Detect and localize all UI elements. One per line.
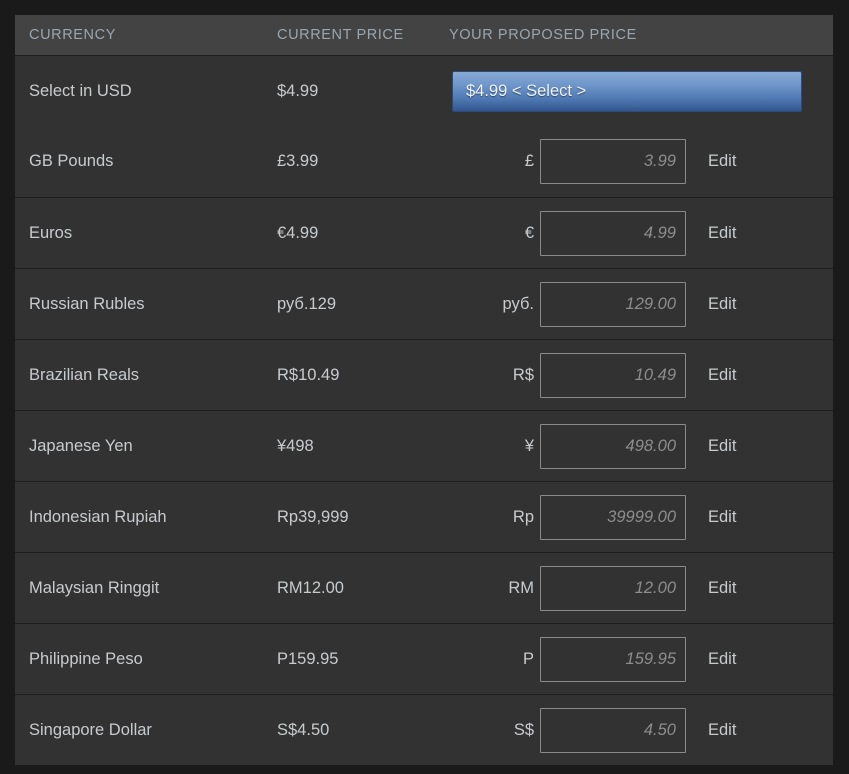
column-header-proposed-price: YOUR PROPOSED PRICE	[449, 27, 637, 43]
edit-link[interactable]: Edit	[708, 152, 736, 171]
current-price-value: ¥498	[277, 436, 314, 455]
column-header-current-price: CURRENT PRICE	[277, 27, 404, 43]
currency-name: Select in USD	[29, 81, 132, 100]
proposed-price-cell: руб. Edit	[449, 281, 833, 327]
table-row-japanese-yen: Japanese Yen ¥498 ¥ Edit	[15, 410, 833, 481]
proposed-price-cell: Rp Edit	[449, 494, 833, 540]
table-row-gb-pounds: GB Pounds £3.99 £ Edit	[15, 126, 833, 197]
proposed-price-cell: R$ Edit	[449, 352, 833, 398]
currency-name: Brazilian Reals	[29, 365, 140, 384]
edit-link[interactable]: Edit	[708, 579, 736, 598]
currency-name: Philippine Peso	[29, 649, 143, 668]
proposed-price-input[interactable]	[540, 352, 686, 398]
proposed-price-input[interactable]	[540, 565, 686, 611]
currency-name: Russian Rubles	[29, 294, 145, 313]
usd-select-button[interactable]: $4.99 < Select >	[452, 70, 802, 112]
currency-symbol-label: S$	[513, 720, 534, 739]
current-price-value: P159.95	[277, 649, 339, 668]
proposed-price-cell: RM Edit	[449, 565, 833, 611]
table-header-row: CURRENCY CURRENT PRICE YOUR PROPOSED PRI…	[15, 15, 833, 55]
currency-symbol-label: руб.	[502, 294, 534, 313]
proposed-price-input[interactable]	[540, 281, 686, 327]
currency-name: Malaysian Ringgit	[29, 578, 160, 597]
table-row-singapore-dollar: Singapore Dollar S$4.50 S$ Edit	[15, 694, 833, 765]
table-row-russian-rubles: Russian Rubles руб.129 руб. Edit	[15, 268, 833, 339]
current-price-value: S$4.50	[277, 720, 330, 739]
proposed-price-input[interactable]	[540, 636, 686, 682]
proposed-price-cell: P Edit	[449, 636, 833, 682]
current-price-value: Rp39,999	[277, 507, 349, 526]
currency-symbol-label: RM	[508, 578, 534, 597]
edit-link[interactable]: Edit	[708, 366, 736, 385]
column-header-currency: CURRENCY	[29, 27, 116, 43]
currency-symbol-label: ¥	[524, 436, 534, 455]
currency-price-table: CURRENCY CURRENT PRICE YOUR PROPOSED PRI…	[15, 15, 833, 765]
proposed-price-cell: ¥ Edit	[449, 423, 833, 469]
currency-symbol-label: R$	[512, 365, 534, 384]
current-price-value: руб.129	[277, 294, 336, 313]
currency-name: Euros	[29, 223, 73, 242]
current-price-value: £3.99	[277, 152, 319, 170]
table-row-malaysian-ringgit: Malaysian Ringgit RM12.00 RM Edit	[15, 552, 833, 623]
currency-name: Japanese Yen	[29, 436, 133, 455]
proposed-price-input[interactable]	[540, 494, 686, 540]
table-row-brazilian-reals: Brazilian Reals R$10.49 R$ Edit	[15, 339, 833, 410]
currency-symbol-label: Rp	[512, 507, 534, 526]
currency-rows-container: GB Pounds £3.99 £ Edit Euros €4.99 € Edi…	[15, 126, 833, 765]
currency-symbol-label: P	[522, 649, 534, 668]
proposed-price-cell: € Edit	[449, 210, 833, 256]
currency-symbol-label: £	[524, 152, 534, 170]
current-price-value: R$10.49	[277, 365, 340, 384]
proposed-price-input[interactable]	[540, 423, 686, 469]
proposed-price-cell: S$ Edit	[449, 707, 833, 753]
current-price-value: RM12.00	[277, 578, 344, 597]
currency-name: Singapore Dollar	[29, 720, 152, 739]
proposed-price-cell: £ Edit	[449, 139, 833, 184]
edit-link[interactable]: Edit	[708, 508, 736, 527]
currency-name: GB Pounds	[29, 152, 114, 170]
current-price-value: €4.99	[277, 223, 319, 242]
table-row-indonesian-rupiah: Indonesian Rupiah Rp39,999 Rp Edit	[15, 481, 833, 552]
edit-link[interactable]: Edit	[708, 650, 736, 669]
edit-link[interactable]: Edit	[708, 437, 736, 456]
table-row-euros: Euros €4.99 € Edit	[15, 197, 833, 268]
proposed-price-cell: $4.99 < Select >	[449, 70, 833, 112]
proposed-price-input[interactable]	[540, 707, 686, 753]
table-row-select-usd: Select in USD $4.99 $4.99 < Select >	[15, 55, 833, 126]
proposed-price-input[interactable]	[540, 210, 686, 256]
current-price-value: $4.99	[277, 81, 319, 100]
edit-link[interactable]: Edit	[708, 721, 736, 740]
edit-link[interactable]: Edit	[708, 224, 736, 243]
currency-symbol-label: €	[524, 223, 534, 242]
currency-name: Indonesian Rupiah	[29, 507, 167, 526]
table-row-philippine-peso: Philippine Peso P159.95 P Edit	[15, 623, 833, 694]
proposed-price-input[interactable]	[540, 139, 686, 184]
edit-link[interactable]: Edit	[708, 295, 736, 314]
